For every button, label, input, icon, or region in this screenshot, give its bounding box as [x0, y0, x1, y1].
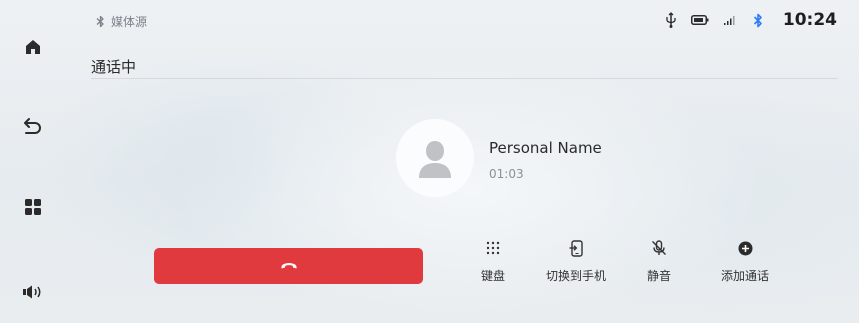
end-call-button[interactable]	[154, 248, 423, 284]
usb-icon	[666, 12, 676, 28]
page-title: 通话中	[91, 58, 137, 76]
media-source-button[interactable]: 媒体源	[96, 13, 147, 30]
microphone-muted-icon	[652, 240, 666, 255]
media-source-label: 媒体源	[111, 15, 148, 29]
switch-to-phone-button[interactable]: 切换到手机	[536, 238, 616, 288]
status-bar: 10:24	[665, 10, 837, 30]
back-button[interactable]	[19, 111, 47, 139]
header-divider	[91, 78, 838, 79]
hang-up-icon	[280, 263, 297, 269]
left-nav-rail	[0, 0, 66, 323]
contact-name: Personal Name	[489, 139, 602, 157]
add-call-label: 添加通话	[720, 269, 769, 283]
clock: 10:24	[782, 10, 837, 30]
avatar	[396, 119, 474, 197]
keypad-button[interactable]: 键盘	[453, 238, 533, 288]
back-icon	[24, 118, 41, 134]
keypad-label: 键盘	[480, 269, 505, 283]
apps-button[interactable]	[19, 193, 47, 221]
add-call-icon	[738, 241, 752, 255]
mute-label: 静音	[646, 269, 671, 283]
signal-icon	[723, 16, 735, 25]
switch-to-phone-label: 切换到手机	[545, 269, 606, 283]
home-button[interactable]	[19, 33, 47, 61]
volume-icon	[23, 285, 41, 299]
call-screen: 媒体源 10:24 通话中 Personal Name 01:03 键盘 切换到…	[0, 0, 859, 323]
bluetooth-icon	[96, 15, 104, 28]
add-call-button[interactable]: 添加通话	[705, 238, 785, 288]
person-placeholder-icon	[419, 141, 451, 178]
apps-grid-icon	[25, 199, 41, 215]
home-icon	[26, 40, 40, 54]
bluetooth-connected-icon	[753, 13, 762, 27]
volume-button[interactable]	[19, 278, 47, 306]
keypad-icon	[486, 241, 500, 255]
mute-button[interactable]: 静音	[619, 238, 699, 288]
battery-icon	[690, 15, 709, 25]
call-duration: 01:03	[489, 167, 524, 181]
switch-to-phone-icon	[569, 239, 583, 257]
